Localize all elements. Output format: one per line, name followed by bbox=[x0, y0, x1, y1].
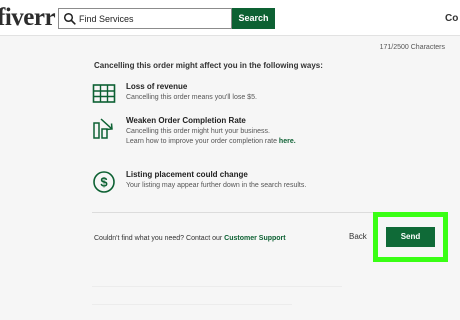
faint-divider bbox=[92, 304, 292, 305]
svg-text:$: $ bbox=[100, 175, 108, 190]
back-button[interactable]: Back bbox=[349, 232, 367, 241]
search-button[interactable]: Search bbox=[232, 8, 275, 29]
revenue-table-icon bbox=[92, 84, 116, 103]
header-nav-cutoff[interactable]: Co bbox=[445, 13, 458, 24]
char-count: 171/2500 Characters bbox=[379, 44, 445, 51]
item-title: Loss of revenue bbox=[126, 82, 188, 91]
impact-title: Cancelling this order might affect you i… bbox=[94, 61, 323, 70]
item-desc: Your listing may appear further down in … bbox=[126, 182, 307, 189]
item-desc: Cancelling this order might hurt your bu… bbox=[126, 127, 296, 147]
cancel-order-panel: 171/2500 Characters Cancelling this orde… bbox=[0, 36, 460, 320]
learn-text: Learn how to improve your order completi… bbox=[126, 138, 279, 145]
top-header: fiverr Search Co bbox=[0, 0, 460, 36]
faint-divider bbox=[92, 286, 342, 287]
item-desc-line: Learn how to improve your order completi… bbox=[126, 137, 296, 147]
completion-chart-icon bbox=[93, 118, 113, 139]
learn-more-link[interactable]: here. bbox=[279, 138, 296, 145]
search-box[interactable] bbox=[58, 8, 232, 29]
search-icon bbox=[63, 12, 76, 25]
support-prefix: Couldn't find what you need? Contact our bbox=[94, 235, 225, 242]
send-button[interactable]: Send bbox=[386, 227, 435, 247]
item-title: Listing placement could change bbox=[126, 170, 248, 179]
dollar-circle-icon: $ bbox=[93, 171, 115, 193]
send-button-highlight: Send bbox=[373, 212, 448, 262]
support-text: Couldn't find what you need? Contact our… bbox=[94, 235, 286, 242]
item-desc: Cancelling this order means you'll lose … bbox=[126, 94, 257, 101]
item-title: Weaken Order Completion Rate bbox=[126, 116, 246, 125]
item-desc-line: Cancelling this order might hurt your bu… bbox=[126, 128, 270, 135]
customer-support-link[interactable]: Customer Support bbox=[224, 235, 285, 242]
search-input[interactable] bbox=[79, 9, 229, 28]
fiverr-logo[interactable]: fiverr bbox=[0, 4, 56, 32]
